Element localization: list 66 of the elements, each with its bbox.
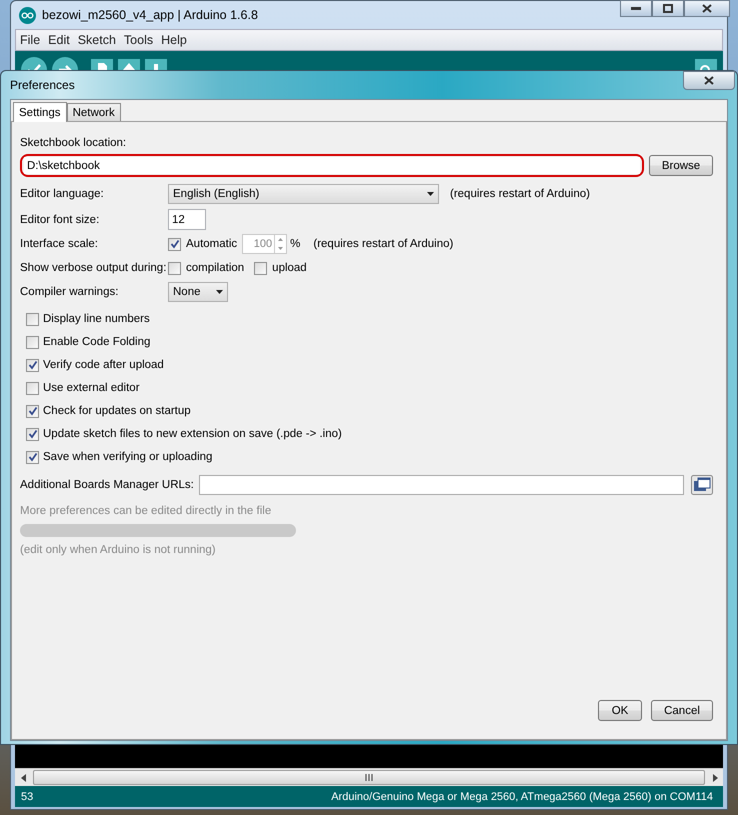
- close-icon: [704, 76, 714, 85]
- menu-item[interactable]: Tools: [120, 33, 158, 47]
- menu-item[interactable]: File: [16, 33, 44, 47]
- close-icon: [702, 4, 712, 13]
- caret-icon: [427, 192, 434, 196]
- warnings-dropdown[interactable]: None: [168, 282, 228, 302]
- checkbox[interactable]: [26, 450, 39, 464]
- tab[interactable]: Network: [66, 103, 121, 121]
- horizontal-scrollbar[interactable]: [15, 768, 723, 786]
- percent-sign: %: [290, 238, 300, 250]
- language-dropdown[interactable]: English (English): [168, 184, 439, 204]
- field-label: Editor language:: [20, 188, 105, 200]
- checkbox-label[interactable]: upload: [272, 262, 307, 274]
- maximize-icon: [663, 4, 673, 13]
- checkbox[interactable]: [26, 428, 39, 440]
- checkbox-label[interactable]: Save when verifying or uploading: [43, 451, 212, 463]
- maximize-button[interactable]: [652, 0, 684, 17]
- checkbox[interactable]: [26, 382, 39, 394]
- close-button[interactable]: [683, 71, 735, 90]
- window-list-icon[interactable]: [691, 475, 713, 495]
- checkbox[interactable]: [26, 358, 39, 372]
- checkbox[interactable]: [168, 262, 181, 274]
- board-info: Arduino/Genuino Mega or Mega 2560, ATmega2560 (Mega 2560) on COM114: [331, 790, 713, 802]
- checkbox-label[interactable]: compilation: [186, 262, 244, 274]
- menu-item[interactable]: Sketch: [74, 33, 120, 47]
- field-label: Compiler warnings:: [20, 286, 120, 298]
- browse-button[interactable]: Browse: [649, 155, 713, 176]
- field-label: Additional Boards Manager URLs:: [20, 479, 194, 491]
- checkbox[interactable]: [254, 262, 268, 274]
- tab[interactable]: Settings: [13, 102, 67, 122]
- sketchbook-field[interactable]: D:\sketchbook: [24, 157, 640, 174]
- field-label: Sketchbook location:: [20, 137, 126, 149]
- left-arrow-icon[interactable]: [20, 774, 26, 782]
- caret-icon: [216, 290, 223, 294]
- checkbox-label[interactable]: Update sketch files to new extension on save (.pde -> .ino): [43, 428, 342, 440]
- minimize-button[interactable]: [620, 0, 652, 17]
- checkbox[interactable]: [26, 336, 39, 348]
- infinity-logo-icon: [19, 6, 36, 24]
- checkbox-label[interactable]: Enable Code Folding: [43, 336, 150, 348]
- ok-button[interactable]: OK: [598, 700, 642, 721]
- cancel-button[interactable]: Cancel: [651, 700, 713, 721]
- info-text: More preferences can be edited directly in the file: [20, 505, 272, 517]
- dialog-title: Preferences: [10, 78, 75, 92]
- boards-urls-field[interactable]: [198, 475, 684, 495]
- close-button[interactable]: [684, 0, 730, 17]
- minimize-icon: [631, 7, 641, 10]
- line-number: 53: [21, 790, 34, 802]
- menu-item[interactable]: Help: [157, 33, 191, 47]
- field-label: Show verbose output during:: [20, 262, 168, 274]
- font-size-field[interactable]: 12: [168, 209, 206, 230]
- checkbox-label[interactable]: Check for updates on startup: [43, 405, 191, 417]
- restart-note: (requires restart of Arduino): [450, 188, 590, 200]
- checkbox[interactable]: [26, 312, 39, 326]
- right-arrow-icon[interactable]: [712, 774, 718, 782]
- field-label: Interface scale:: [20, 238, 99, 250]
- info-text: (edit only when Arduino is not running): [20, 544, 216, 556]
- restart-note: (requires restart of Arduino): [313, 238, 454, 250]
- scrollbar-thumb[interactable]: [33, 770, 705, 785]
- checkbox-label[interactable]: Verify code after upload: [43, 359, 164, 371]
- menu-item[interactable]: Edit: [44, 33, 74, 47]
- field-label: Editor font size:: [20, 214, 100, 226]
- checkbox-label[interactable]: Use external editor: [43, 382, 140, 394]
- checkbox-label[interactable]: Display line numbers: [43, 313, 150, 325]
- window-title: bezowi_m2560_v4_app | Arduino 1.6.8: [42, 8, 258, 22]
- checkbox[interactable]: [26, 404, 39, 418]
- grip-icon: [365, 774, 373, 781]
